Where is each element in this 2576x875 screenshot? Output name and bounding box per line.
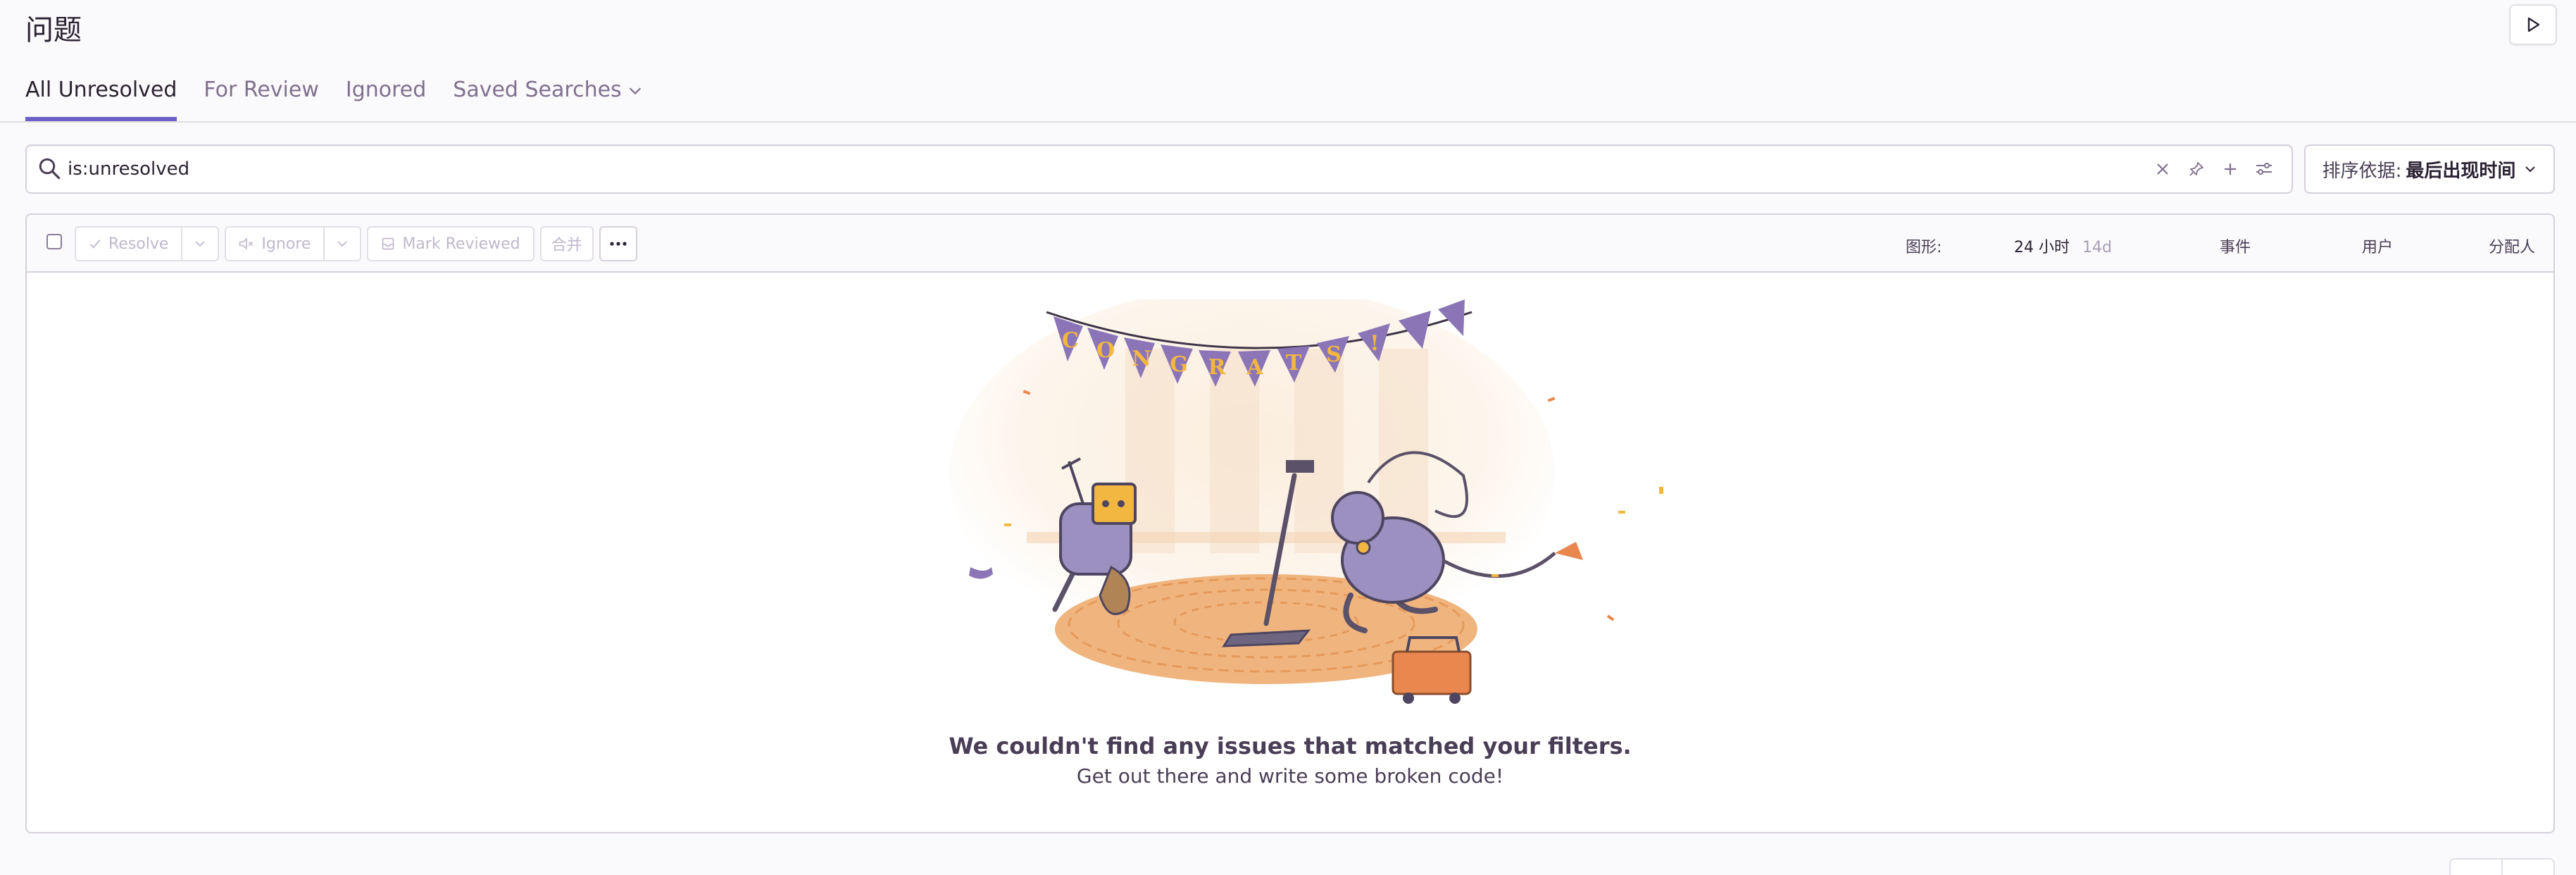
search-icon (39, 158, 61, 180)
issues-panel: Resolve Ignore Mark Reviewed 合并 图形: 24 小… (25, 213, 2555, 833)
page-header: 问题 All Unresolved For Review Ignored Sav… (0, 0, 2576, 123)
search-settings-sliders-icon[interactable] (2253, 159, 2275, 180)
chevron-down-icon (2525, 166, 2536, 173)
clear-search-icon[interactable] (2152, 159, 2173, 180)
chevron-down-icon (337, 241, 348, 247)
play-button[interactable] (2509, 4, 2557, 45)
pagination (2449, 858, 2555, 875)
graph-period-toggle: 24 小时 14d (2014, 235, 2112, 257)
resolve-options-button[interactable] (181, 228, 218, 260)
pin-search-icon[interactable] (2186, 159, 2207, 180)
banner-letter: N (1132, 347, 1151, 371)
assignee-column-label: 分配人 (2489, 239, 2536, 256)
sort-dropdown[interactable]: 排序依据: 最后出现时间 (2304, 144, 2555, 194)
events-column-label: 事件 (2220, 239, 2251, 256)
period-24h[interactable]: 24 小时 (2014, 239, 2070, 256)
ellipsis-icon (610, 242, 627, 246)
mute-icon (239, 237, 254, 250)
issues-toolbar: Resolve Ignore Mark Reviewed 合并 图形: 24 小… (27, 215, 2553, 273)
page-title: 问题 (25, 14, 82, 46)
inbox-icon (382, 237, 394, 250)
empty-state-subtitle: Get out there and write some broken code… (1076, 764, 1504, 788)
empty-state-title: We couldn't find any issues that matched… (949, 733, 1632, 759)
ignore-button[interactable]: Ignore (226, 228, 323, 260)
search-bar[interactable]: is:unresolved (25, 144, 2293, 194)
previous-page-button[interactable] (2451, 860, 2503, 875)
resolve-button[interactable]: Resolve (76, 228, 181, 260)
mark-reviewed-button[interactable]: Mark Reviewed (367, 226, 534, 261)
users-column-label: 用户 (2362, 239, 2394, 256)
save-search-plus-icon[interactable] (2220, 159, 2241, 180)
tab-saved-searches[interactable]: Saved Searches (453, 77, 642, 121)
tab-all-unresolved[interactable]: All Unresolved (25, 77, 177, 121)
banner-letter: A (1246, 355, 1263, 380)
chevron-down-icon (629, 87, 641, 95)
banner-letter: O (1096, 338, 1115, 363)
tab-ignored[interactable]: Ignored (346, 77, 426, 121)
ignore-button-group: Ignore (225, 226, 362, 261)
next-page-button[interactable] (2503, 860, 2553, 875)
play-icon (2527, 17, 2540, 32)
more-actions-button[interactable] (599, 226, 637, 261)
banner-letter: R (1208, 355, 1227, 380)
period-14d[interactable]: 14d (2082, 239, 2112, 256)
banner-letter: ! (1370, 331, 1379, 356)
banner-letter: T (1286, 351, 1302, 376)
banner-letter: S (1326, 342, 1342, 367)
select-all-checkbox[interactable] (46, 234, 62, 249)
sort-value: 最后出现时间 (2406, 160, 2516, 182)
sort-label: 排序依据: (2322, 160, 2402, 182)
graph-column-label: 图形: (1906, 239, 1942, 256)
tab-bar: All Unresolved For Review Ignored Saved … (25, 77, 670, 121)
checkmark-icon (89, 240, 101, 249)
chevron-down-icon (195, 241, 206, 247)
tab-for-review[interactable]: For Review (204, 77, 318, 121)
ignore-options-button[interactable] (323, 228, 360, 260)
merge-button[interactable]: 合并 (539, 226, 594, 261)
congrats-robots-illustration: C O N G R A T S ! (949, 299, 1663, 704)
resolve-button-group: Resolve (75, 226, 220, 261)
search-input[interactable]: is:unresolved (68, 159, 189, 180)
banner-letter: C (1062, 328, 1079, 353)
banner-letter: G (1170, 352, 1188, 377)
